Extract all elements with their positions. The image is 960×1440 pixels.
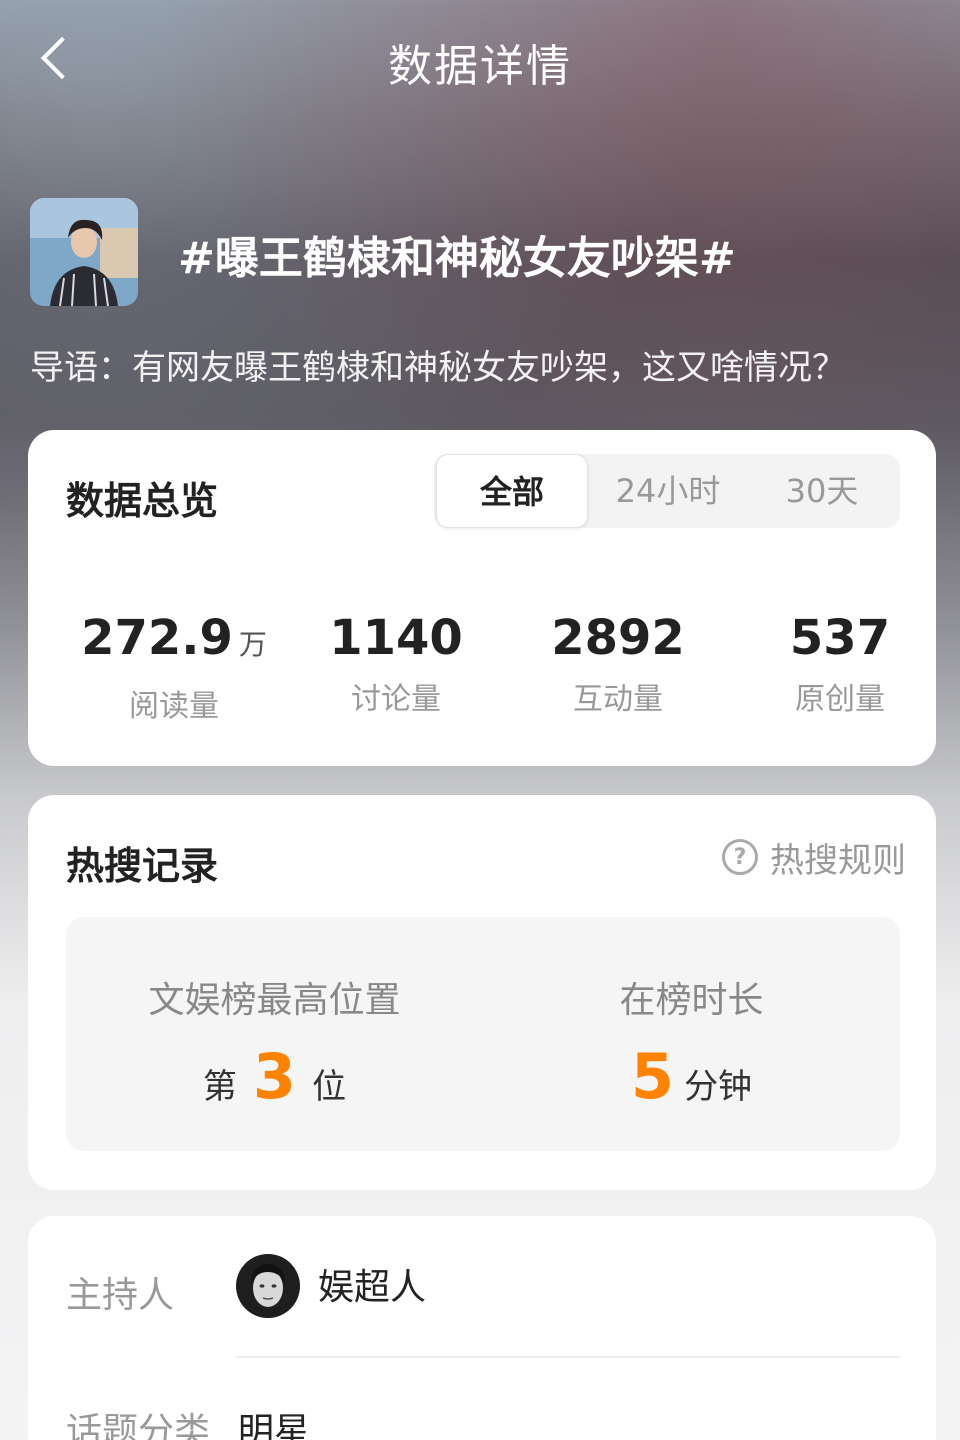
stat-label: 互动量 xyxy=(573,682,663,717)
topic-header: #曝王鹤棣和神秘女友吵架# xyxy=(30,198,930,308)
rank-value: 3 xyxy=(252,1040,297,1113)
stat-value: 537 xyxy=(789,610,891,666)
topic-info-card: 主持人 娱超人 话题分类 明星 xyxy=(28,1216,936,1440)
stat-interactions: 2892 互动量 xyxy=(508,610,728,718)
stat-label: 原创量 xyxy=(795,682,885,717)
topic-thumbnail xyxy=(30,198,138,306)
best-rank: 文娱榜最高位置 第 3 位 xyxy=(66,917,483,1151)
host-row: 主持人 娱超人 xyxy=(66,1254,900,1334)
best-rank-label: 文娱榜最高位置 xyxy=(148,980,401,1021)
rules-label: 热搜规则 xyxy=(770,840,906,881)
duration-label: 在榜时长 xyxy=(619,980,764,1021)
stat-label: 阅读量 xyxy=(129,689,219,724)
stats-row: 272.9 万 阅读量 1140 讨论量 2892 互动量 537 原创量 xyxy=(28,610,936,724)
stat-discussions: 1140 讨论量 xyxy=(286,610,506,718)
topic-lead: 导语：有网友曝王鹤棣和神秘女友吵架，这又啥情况？ xyxy=(30,348,846,388)
hot-search-rules-link[interactable]: ? 热搜规则 xyxy=(722,835,906,881)
nav-bar: 数据详情 xyxy=(0,0,960,120)
topic-title: #曝王鹤棣和神秘女友吵架# xyxy=(178,233,736,284)
duration-value: 5 xyxy=(630,1040,675,1113)
hot-search-stats: 文娱榜最高位置 第 3 位 在榜时长 5 分钟 xyxy=(66,917,900,1151)
overview-title: 数据总览 xyxy=(66,479,219,523)
category-label: 话题分类 xyxy=(66,1411,211,1440)
stat-unit: 万 xyxy=(238,628,267,661)
hot-search-title: 热搜记录 xyxy=(66,844,219,888)
tab-24h[interactable]: 24小时 xyxy=(590,454,746,528)
time-range-tabs: 全部 24小时 30天 xyxy=(434,454,900,528)
rank-prefix: 第 xyxy=(202,1067,237,1107)
host-avatar[interactable] xyxy=(236,1254,300,1318)
host-label: 主持人 xyxy=(66,1275,175,1316)
tab-all[interactable]: 全部 xyxy=(436,454,588,528)
overview-card: 数据总览 全部 24小时 30天 272.9 万 阅读量 1140 讨论量 289… xyxy=(28,430,936,766)
stat-value: 272.9 xyxy=(81,610,233,666)
stat-value: 1140 xyxy=(329,610,463,666)
stat-value: 2892 xyxy=(551,610,685,666)
stat-originals: 537 原创量 xyxy=(730,610,950,718)
list-duration: 在榜时长 5 分钟 xyxy=(483,917,900,1151)
rank-suffix: 位 xyxy=(312,1067,347,1107)
tab-30d[interactable]: 30天 xyxy=(746,454,898,528)
hot-search-card: 热搜记录 ? 热搜规则 文娱榜最高位置 第 3 位 在榜时长 5 分钟 xyxy=(28,795,936,1190)
stat-reads: 272.9 万 阅读量 xyxy=(64,610,284,725)
host-name[interactable]: 娱超人 xyxy=(318,1258,426,1310)
divider xyxy=(236,1356,900,1358)
question-icon: ? xyxy=(722,839,758,875)
category-row: 话题分类 明星 xyxy=(66,1402,900,1440)
category-value: 明星 xyxy=(238,1411,311,1440)
page-title: 数据详情 xyxy=(388,41,572,92)
duration-suffix: 分钟 xyxy=(684,1067,753,1107)
stat-label: 讨论量 xyxy=(351,682,441,717)
